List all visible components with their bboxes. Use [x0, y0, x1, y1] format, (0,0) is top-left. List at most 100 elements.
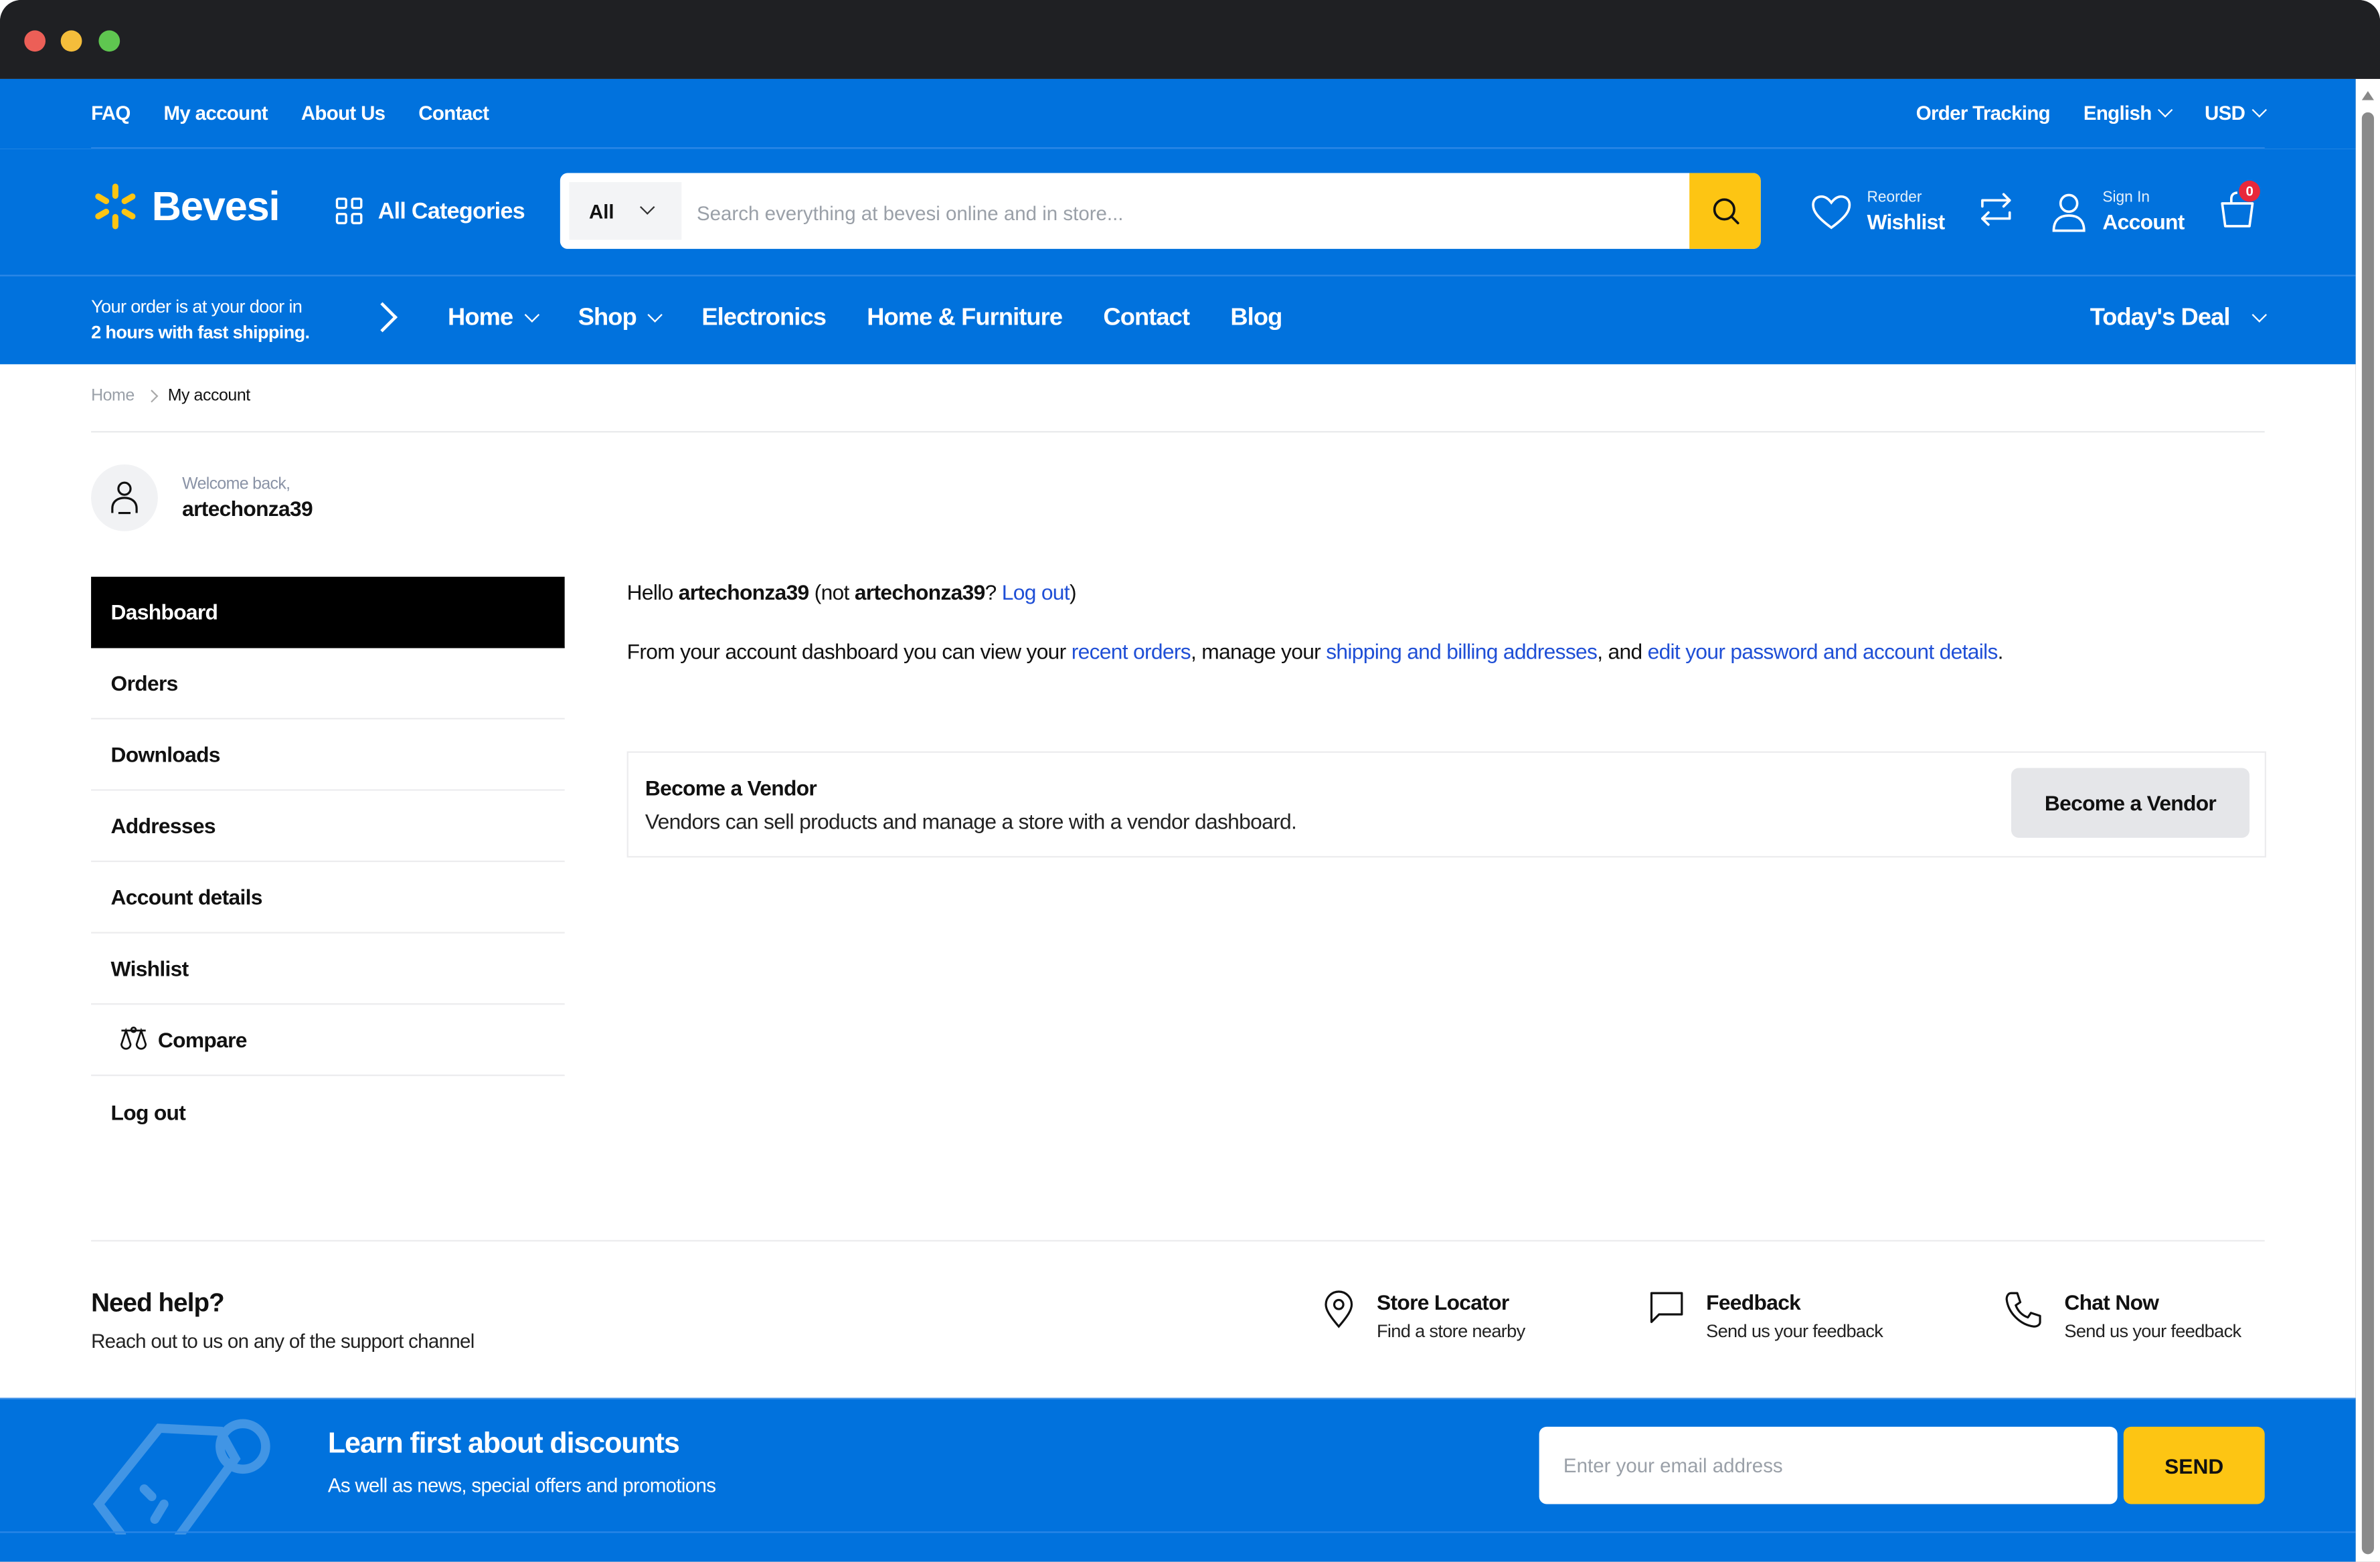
- todays-deal-dropdown[interactable]: Today's Deal: [2090, 305, 2267, 333]
- not-text: (not: [809, 580, 855, 604]
- top-bar: FAQ My account About Us Contact Order Tr…: [0, 78, 2356, 149]
- breadcrumb-current: My account: [167, 387, 250, 406]
- not-username: artechonza39: [854, 580, 985, 604]
- shipping-promo: Your order is at your door in 2 hours wi…: [91, 294, 310, 346]
- divider: [91, 431, 2265, 433]
- page: FAQ My account About Us Contact Order Tr…: [0, 78, 2356, 1562]
- currency-value: USD: [2204, 101, 2245, 124]
- scroll-thumb[interactable]: [2361, 112, 2374, 1555]
- chat-bubble-icon: [1650, 1292, 1683, 1323]
- menu-item-orders[interactable]: Orders: [91, 648, 565, 719]
- breadcrumb-home[interactable]: Home: [91, 387, 135, 405]
- search-button[interactable]: [1689, 173, 1761, 249]
- nav-blog[interactable]: Blog: [1230, 305, 1282, 333]
- compare-button[interactable]: [1978, 189, 2014, 236]
- newsletter-email-input[interactable]: [1539, 1426, 2118, 1504]
- hello-text: Hello: [626, 580, 679, 604]
- top-link-my-account[interactable]: My account: [164, 102, 268, 124]
- menu-item-compare[interactable]: Compare: [91, 1005, 565, 1076]
- help-subtitle: Reach out to us on any of the support ch…: [91, 1329, 475, 1353]
- all-categories-label: All Categories: [377, 197, 525, 224]
- chevron-right-icon: [367, 302, 398, 333]
- desc-text: .: [1997, 638, 2004, 664]
- shipping-line-2: 2 hours with fast shipping.: [91, 321, 310, 343]
- arrows-exchange-icon: [1981, 192, 2011, 226]
- nav-electronics[interactable]: Electronics: [701, 305, 827, 333]
- nav-home[interactable]: Home: [448, 305, 539, 333]
- nav-shop-label: Shop: [578, 305, 637, 331]
- desc-text: , and: [1597, 638, 1648, 664]
- logout-link[interactable]: Log out: [1002, 580, 1070, 604]
- feedback-channel[interactable]: Feedback Send us your feedback: [1648, 1290, 1883, 1342]
- divider: [91, 1239, 2265, 1242]
- all-categories-button[interactable]: All Categories: [335, 197, 525, 225]
- map-pin-icon: [1325, 1290, 1353, 1328]
- chevron-down-icon: [524, 307, 539, 323]
- chevron-down-icon: [2251, 102, 2267, 118]
- discount-tag-icon: [92, 1419, 270, 1535]
- dashboard-description: From your account dashboard you can view…: [627, 639, 2266, 663]
- top-link-about-us[interactable]: About Us: [301, 102, 386, 124]
- hello-username: artechonza39: [678, 580, 809, 604]
- nav-contact[interactable]: Contact: [1103, 305, 1190, 333]
- top-links: FAQ My account About Us Contact: [91, 102, 489, 124]
- top-link-faq[interactable]: FAQ: [91, 102, 131, 124]
- currency-selector[interactable]: USD: [2204, 101, 2267, 124]
- scroll-up-arrow-icon[interactable]: [2361, 91, 2374, 100]
- search-icon: [1712, 198, 1739, 225]
- nav-shop[interactable]: Shop: [578, 305, 663, 333]
- account-button[interactable]: Sign In Account: [2051, 189, 2185, 235]
- spark-logo-icon: [95, 183, 136, 230]
- nav-links: Home Shop Electronics Home & Furniture C…: [448, 305, 1282, 333]
- wishlist-button[interactable]: Reorder Wishlist: [1811, 189, 1945, 235]
- page-scrollbar[interactable]: [2355, 78, 2380, 1562]
- menu-item-log-out[interactable]: Log out: [91, 1076, 565, 1148]
- search-input[interactable]: [693, 173, 1687, 249]
- menu-item-account-details[interactable]: Account details: [91, 862, 565, 934]
- order-tracking-link[interactable]: Order Tracking: [1916, 102, 2051, 124]
- welcome-text: Welcome back,: [182, 474, 290, 494]
- need-help: Need help? Reach out to us on any of the…: [91, 1288, 475, 1352]
- addresses-link[interactable]: shipping and billing addresses: [1326, 639, 1598, 663]
- channel-title: Feedback: [1706, 1290, 1801, 1315]
- shipping-line-1: Your order is at your door in: [91, 296, 303, 317]
- recent-orders-link[interactable]: recent orders: [1072, 639, 1191, 663]
- maximize-window-button[interactable]: [98, 30, 120, 52]
- close-window-button[interactable]: [24, 30, 46, 52]
- close-paren: ): [1069, 580, 1077, 604]
- channel-title: Chat Now: [2064, 1290, 2159, 1315]
- user-icon: [111, 481, 138, 515]
- logo[interactable]: Bevesi: [91, 182, 280, 231]
- cart-button[interactable]: 0: [2218, 179, 2261, 236]
- avatar: [91, 464, 158, 531]
- account-small-label: Sign In: [2102, 189, 2150, 207]
- newsletter-send-button[interactable]: SEND: [2123, 1426, 2265, 1504]
- cart-count-badge: 0: [2239, 179, 2261, 201]
- desc-text: , manage your: [1190, 638, 1327, 664]
- menu-item-wishlist[interactable]: Wishlist: [91, 934, 565, 1005]
- chevron-right-icon: [145, 389, 158, 403]
- nav-home-furniture[interactable]: Home & Furniture: [867, 305, 1063, 333]
- become-vendor-button[interactable]: Become a Vendor: [2011, 768, 2250, 838]
- top-link-contact[interactable]: Contact: [418, 102, 489, 124]
- grid-icon: [335, 197, 363, 225]
- language-value: English: [2083, 101, 2152, 124]
- desc-text: From your account dashboard you can view…: [626, 638, 1072, 664]
- minimize-window-button[interactable]: [60, 30, 82, 52]
- channel-subtitle: Send us your feedback: [2064, 1320, 2241, 1342]
- menu-item-addresses[interactable]: Addresses: [91, 791, 565, 863]
- chat-now-channel[interactable]: Chat Now Send us your feedback: [2004, 1290, 2241, 1342]
- chevron-down-icon: [2251, 307, 2267, 323]
- divider: [0, 1531, 2356, 1533]
- menu-item-dashboard[interactable]: Dashboard: [91, 576, 565, 648]
- heart-icon: [1812, 195, 1851, 230]
- todays-deal-label: Today's Deal: [2090, 305, 2231, 331]
- store-locator-channel[interactable]: Store Locator Find a store nearby: [1322, 1290, 1525, 1342]
- menu-item-downloads[interactable]: Downloads: [91, 719, 565, 791]
- dashboard-content: Hello artechonza39 (not artechonza39? Lo…: [627, 580, 2266, 663]
- language-selector[interactable]: English: [2083, 101, 2174, 124]
- account-details-link[interactable]: edit your password and account details: [1648, 639, 1999, 663]
- hello-line: Hello artechonza39 (not artechonza39? Lo…: [627, 580, 2266, 604]
- search-category-select[interactable]: All: [569, 182, 682, 240]
- window-titlebar: [0, 0, 2380, 79]
